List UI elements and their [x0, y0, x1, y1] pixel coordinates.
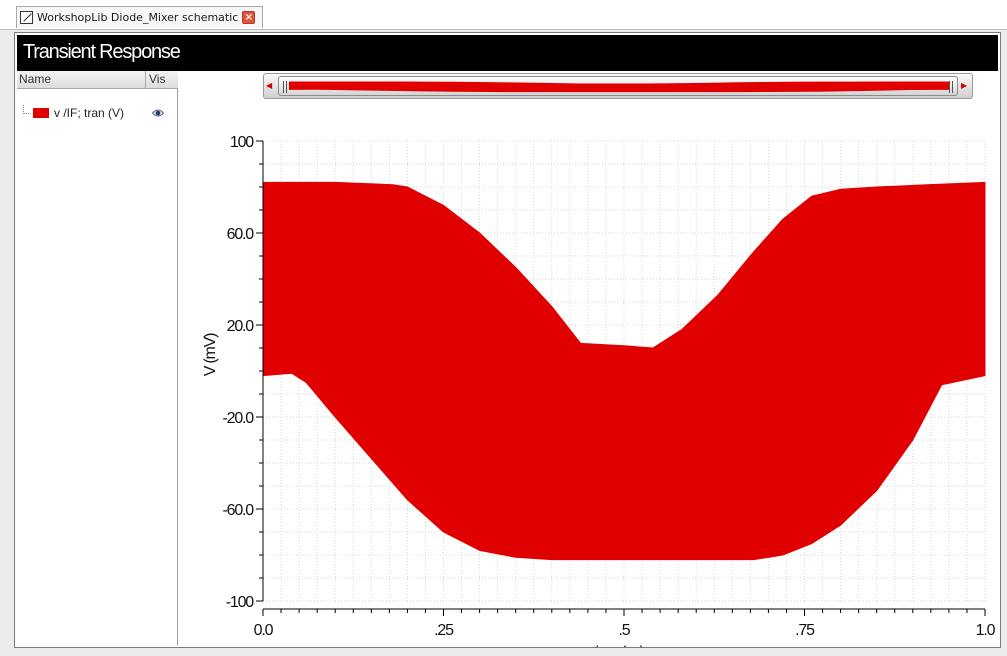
- thumb-grip-left[interactable]: [283, 81, 287, 93]
- x-tick-label: .5: [619, 622, 631, 639]
- legend-item-label: v /IF; tran (V): [54, 106, 125, 120]
- chart[interactable]: 100 60.0 20.0 -20.0 -60.0 -100 0.0 .25 .5 .75 1.0 t…: [179, 71, 1000, 647]
- legend-panel: Name Vis v /IF; tran (V): [17, 71, 178, 645]
- title-bar: Transient Response: [17, 35, 998, 71]
- scroll-left-arrow[interactable]: ◀: [266, 81, 276, 91]
- x-tick-label: 0.0: [254, 622, 274, 639]
- y-tick-label: 100: [230, 134, 254, 151]
- schematic-icon: [20, 11, 33, 24]
- overview-waveform: [289, 81, 949, 93]
- tab-label: WorkshopLib Diode_Mixer schematic: [37, 11, 239, 24]
- eye-icon[interactable]: [152, 108, 164, 118]
- thumb-grip-right[interactable]: [949, 81, 953, 93]
- legend-swatch: [33, 108, 49, 118]
- overview-envelope: [289, 81, 949, 93]
- y-tick-label: 20.0: [227, 318, 255, 335]
- tree-connector: [23, 105, 29, 114]
- tab-strip: WorkshopLib Diode_Mixer schematic ×: [0, 0, 1007, 30]
- page-title: Transient Response: [23, 41, 181, 63]
- series-v-if-envelope: [262, 181, 986, 561]
- y-tick-label: -60.0: [223, 502, 255, 519]
- scroll-right-arrow[interactable]: ▶: [961, 81, 971, 91]
- x-axis-title: time (us): [592, 644, 644, 647]
- tab-diode-mixer-schematic[interactable]: WorkshopLib Diode_Mixer schematic ×: [16, 6, 263, 28]
- x-tick-label: 1.0: [976, 622, 996, 639]
- x-tick-label: .75: [795, 622, 815, 639]
- y-tick-label: -20.0: [223, 410, 255, 427]
- column-header-name[interactable]: Name: [19, 72, 51, 86]
- app-window: WorkshopLib Diode_Mixer schematic × Tran…: [0, 0, 1007, 656]
- x-scrollbar[interactable]: ◀ ▶: [263, 73, 973, 99]
- plot-area[interactable]: 100 60.0 20.0 -20.0 -60.0 -100 0.0 .25 .5 .75 1.0 t…: [179, 71, 1000, 647]
- y-axis-title: V (mV): [202, 333, 219, 376]
- close-icon[interactable]: ×: [242, 11, 256, 24]
- legend-header: Name Vis: [17, 71, 178, 89]
- x-tick-label: .25: [434, 622, 454, 639]
- scrollbar-thumb[interactable]: [278, 76, 958, 96]
- legend-item[interactable]: v /IF; tran (V): [17, 105, 178, 123]
- waveform-window: Transient Response Name Vis v /IF; tran …: [14, 32, 1001, 648]
- y-tick-label: 60.0: [227, 226, 255, 243]
- column-header-vis[interactable]: Vis: [145, 71, 178, 89]
- y-tick-label: -100: [226, 594, 255, 611]
